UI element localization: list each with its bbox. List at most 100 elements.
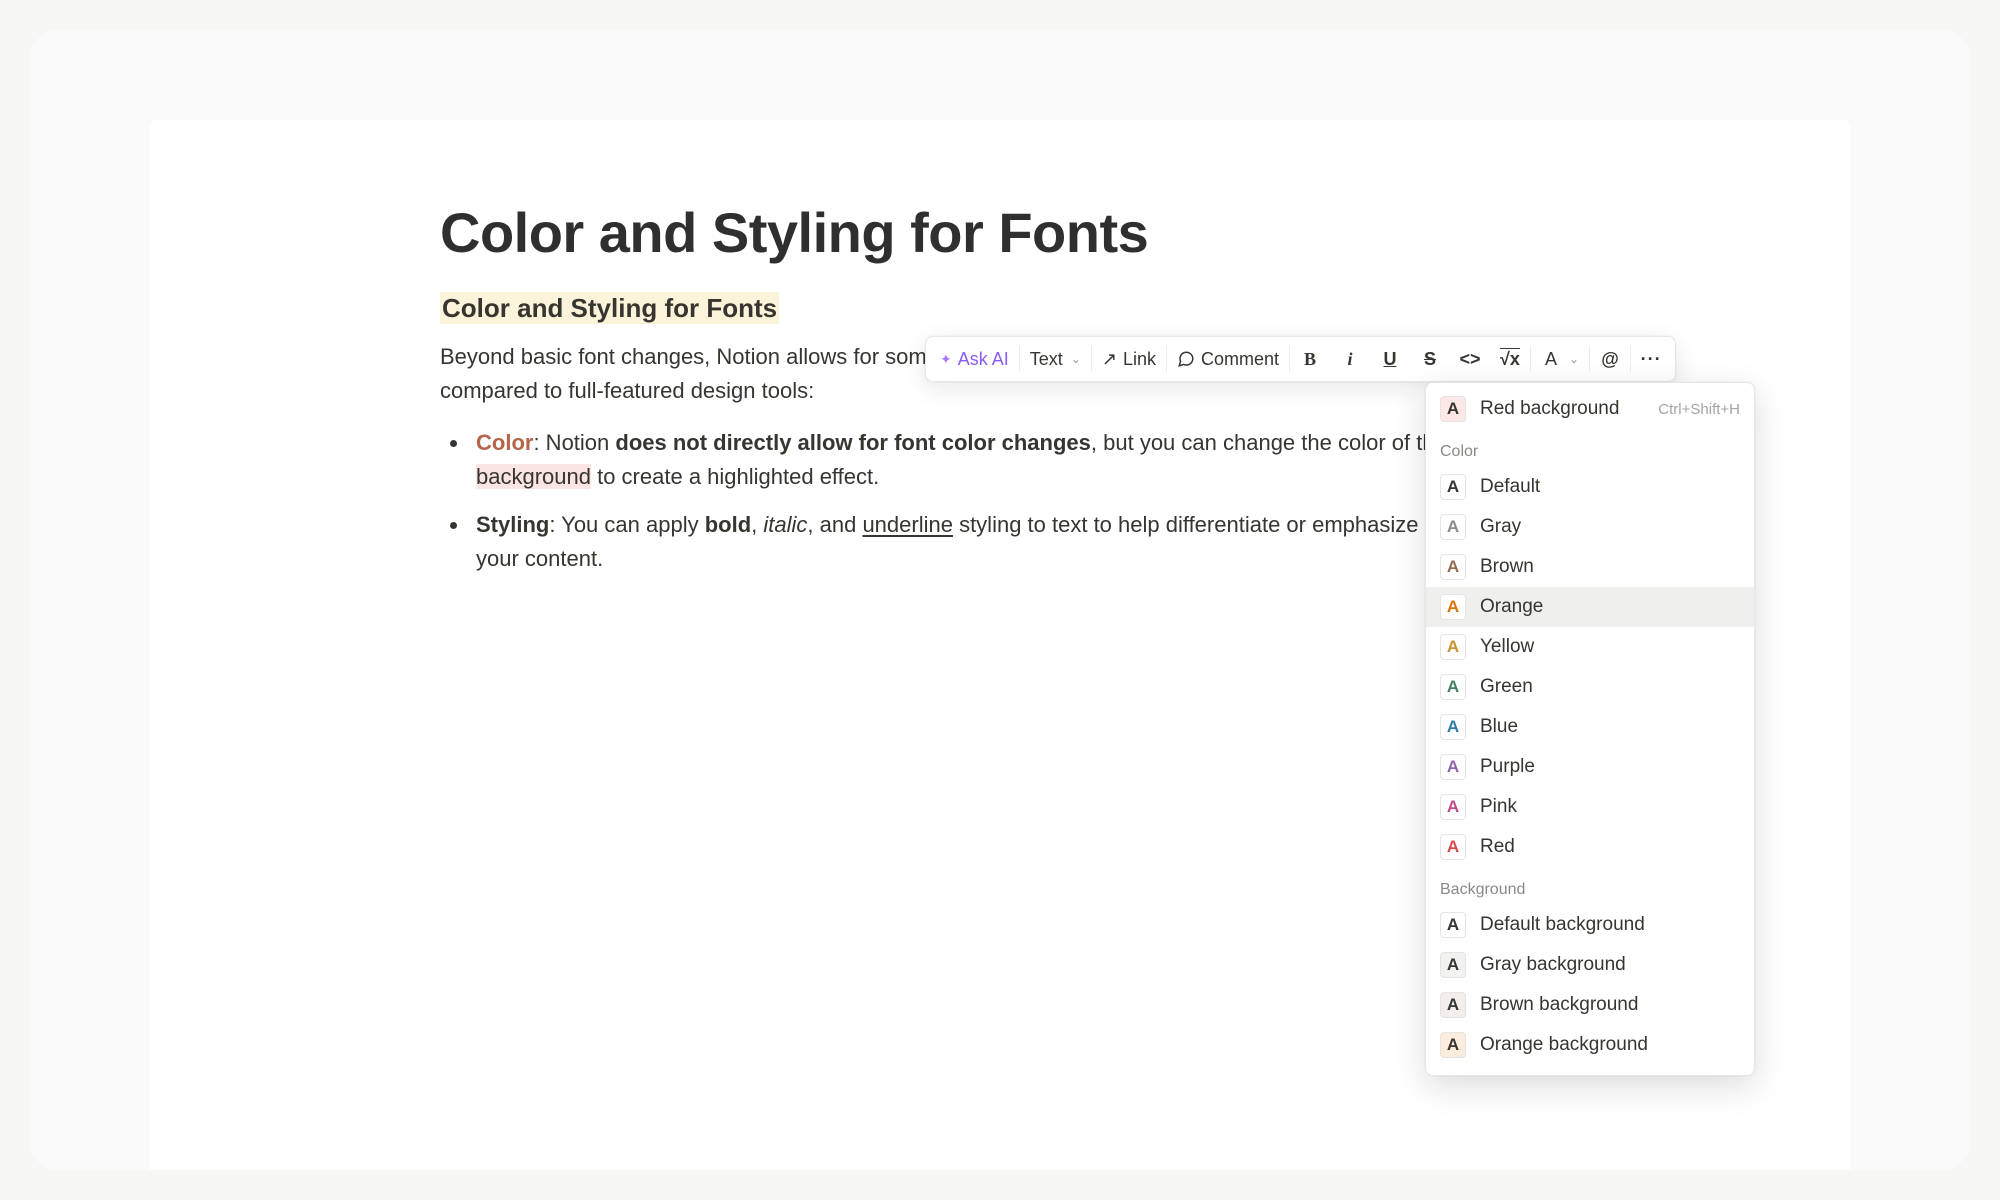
content-list: Color: Notion does not directly allow fo… [440,426,1560,576]
bullet2-underline: underline [862,512,953,537]
app-frame: Color and Styling for Fonts Color and St… [30,30,1970,1170]
comment-button[interactable]: Comment [1167,337,1289,381]
color-option-default[interactable]: A Default [1426,467,1754,507]
intro-before: Beyond basic font changes, Notion allows… [440,344,945,369]
color-option-label: Brown [1480,556,1534,578]
link-label: Link [1123,349,1156,370]
bullet1-t3: to create a highlighted effect. [591,464,879,489]
strike-icon: S [1420,349,1440,370]
color-option-label: Red [1480,836,1515,858]
bullet1-bold: does not directly allow for font color c… [615,430,1091,455]
more-icon: ··· [1641,349,1661,370]
background-swatch-icon: A [1440,992,1466,1018]
text-format-toolbar: ✦ Ask AI Text ⌄ ↗ Link Comment B i U S <… [925,336,1676,382]
comment-icon [1177,350,1195,368]
underline-icon: U [1380,349,1400,370]
bullet1-t2: , but you can change the color of the [1091,430,1453,455]
background-swatch-icon: A [1440,1032,1466,1058]
equation-icon: √x [1500,349,1520,370]
text-color-button[interactable]: A ⌄ [1531,337,1589,381]
color-option-purple[interactable]: A Purple [1426,747,1754,787]
color-swatch-icon: A [1440,594,1466,620]
block-type-dropdown[interactable]: Text ⌄ [1020,337,1091,381]
background-option-label: Orange background [1480,1034,1648,1056]
bullet2-t1: : You can apply [549,512,704,537]
equation-button[interactable]: √x [1490,337,1530,381]
background-swatch-icon: A [1440,952,1466,978]
color-swatch-icon: A [1440,474,1466,500]
italic-icon: i [1340,349,1360,370]
comment-label: Comment [1201,349,1279,370]
color-option-green[interactable]: AGreen [1426,667,1754,707]
recent-shortcut: Ctrl+Shift+H [1658,401,1740,418]
bold-button[interactable]: B [1290,337,1330,381]
color-swatch-icon: A [1440,794,1466,820]
recent-label: Red background [1480,398,1619,420]
color-option-label: Blue [1480,716,1518,738]
mention-icon: @ [1600,349,1620,370]
color-option-label: Pink [1480,796,1517,818]
color-option-pink[interactable]: A Pink [1426,787,1754,827]
background-option-brown-background[interactable]: A Brown background [1426,985,1754,1025]
link-button[interactable]: ↗ Link [1092,337,1166,381]
ask-ai-label: Ask AI [958,349,1009,370]
color-swatch-icon: A [1440,834,1466,860]
color-swatch-icon: A [1440,554,1466,580]
bullet1-t1: : Notion [533,430,615,455]
color-option-red[interactable]: A Red [1426,827,1754,867]
sparkle-icon: ✦ [940,351,952,368]
background-swatch-icon: A [1440,912,1466,938]
color-swatch-icon: A [1440,714,1466,740]
strike-button[interactable]: S [1410,337,1450,381]
ask-ai-button[interactable]: ✦ Ask AI [930,337,1019,381]
color-option-brown[interactable]: A Brown [1426,547,1754,587]
color-swatch-icon: A [1440,634,1466,660]
subtitle-block: Color and Styling for Fonts [440,293,1560,324]
color-option-label: Purple [1480,756,1535,778]
bold-icon: B [1300,349,1320,370]
subtitle-text: Color and Styling for Fonts [440,292,779,324]
bullet2-label: Styling [476,512,549,537]
color-dropdown-menu: A Red background Ctrl+Shift+H Color ADef… [1425,382,1755,1076]
color-menu-recent[interactable]: A Red background Ctrl+Shift+H [1426,389,1754,429]
chevron-down-icon: ⌄ [1569,352,1579,366]
color-option-label: Default [1480,476,1540,498]
color-option-label: Green [1480,676,1533,698]
link-arrow-icon: ↗ [1102,349,1117,370]
bullet2-c1: , [751,512,763,537]
color-option-label: Gray [1480,516,1521,538]
color-option-gray[interactable]: A Gray [1426,507,1754,547]
background-option-default-background[interactable]: A Default background [1426,905,1754,945]
color-option-yellow[interactable]: AYellow [1426,627,1754,667]
color-swatch-icon: A [1440,514,1466,540]
background-option-orange-background[interactable]: A Orange background [1426,1025,1754,1065]
more-button[interactable]: ··· [1631,337,1671,381]
background-option-label: Gray background [1480,954,1626,976]
color-swatch-icon: A [1440,754,1466,780]
block-type-label: Text [1030,349,1063,370]
recent-swatch-icon: A [1440,396,1466,422]
chevron-down-icon: ⌄ [1071,352,1081,366]
page-title: Color and Styling for Fonts [440,200,1560,265]
background-options-list: A Default background A Gray background A Brow… [1426,905,1754,1065]
background-section-header: Background [1426,867,1754,905]
bullet2-bold: bold [705,512,751,537]
color-option-blue[interactable]: A Blue [1426,707,1754,747]
background-option-gray-background[interactable]: A Gray background [1426,945,1754,985]
color-option-orange[interactable]: A Orange [1426,587,1754,627]
code-button[interactable]: <> [1450,337,1490,381]
color-option-label: Orange [1480,596,1543,618]
code-icon: <> [1460,349,1480,370]
mention-button[interactable]: @ [1590,337,1630,381]
bullet2-c2: , and [807,512,862,537]
background-option-label: Brown background [1480,994,1638,1016]
bullet2-italic: italic [763,512,807,537]
color-a-icon: A [1541,349,1561,370]
bullet1-label: Color [476,430,533,455]
italic-button[interactable]: i [1330,337,1370,381]
list-item: Color: Notion does not directly allow fo… [470,426,1560,494]
underline-button[interactable]: U [1370,337,1410,381]
list-item: Styling: You can apply bold, italic, and… [470,508,1560,576]
color-options-list: ADefaultAGrayABrownAOrangeAYellowAGreenA… [1426,467,1754,867]
background-option-label: Default background [1480,914,1645,936]
